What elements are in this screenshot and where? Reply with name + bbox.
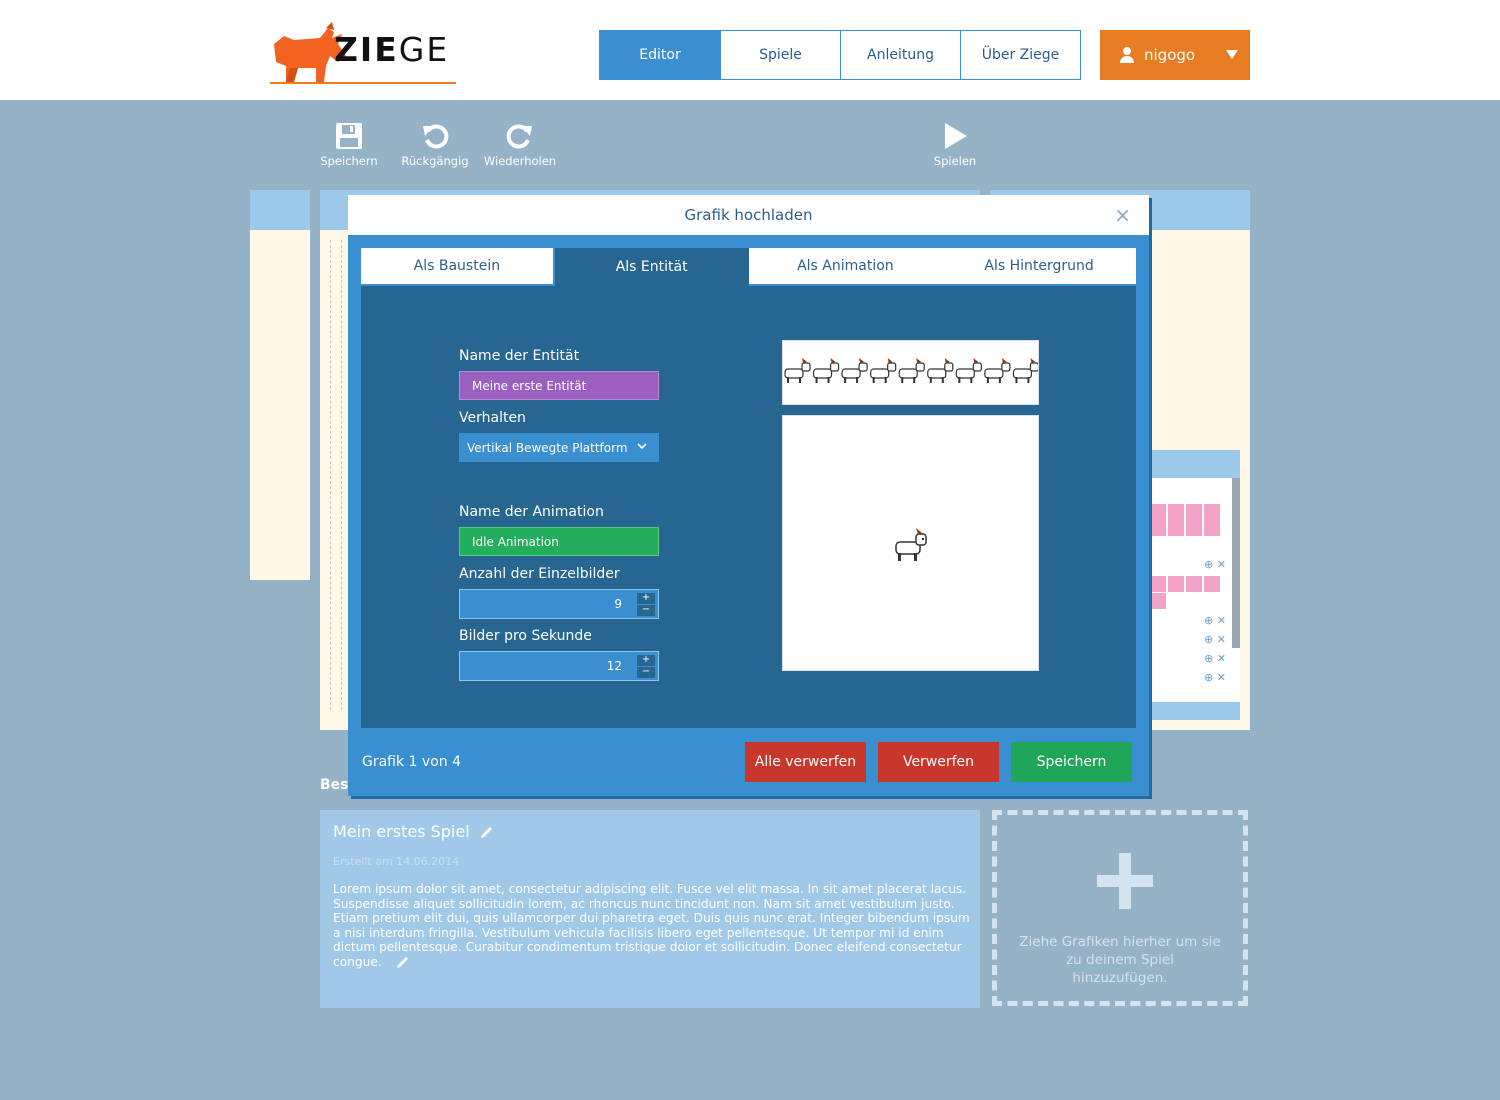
goat-sprite-sheet-icon [784,358,1038,383]
undo-icon [423,124,449,149]
discard-button[interactable]: Verwerfen [878,742,999,782]
edit-delete-icons[interactable]: ⊕ ✕ [1204,652,1226,665]
tab-als-baustein[interactable]: Als Baustein [361,248,555,286]
upload-type-tabs: Als Baustein Als Entität Als Animation A… [361,248,1136,286]
dialog-title: Grafik hochladen [684,206,813,224]
user-icon [1120,47,1134,63]
behavior-select-value: Vertikal Bewegte Plattform [467,440,628,455]
sprite-frame [1012,358,1038,383]
user-menu-button[interactable]: nigogo [1100,30,1250,80]
tab-als-entitaet[interactable]: Als Entität [554,248,749,286]
behavior-select[interactable]: Vertikal Bewegte Plattform [459,433,659,462]
frames-count-stepper[interactable]: 9 + − [459,589,659,619]
graphics-dropzone[interactable]: Ziehe Grafiken hierher um sie zu deinem … [992,810,1248,1006]
frames-count-label: Anzahl der Einzelbilder [459,566,620,582]
animation-preview [782,415,1039,671]
save-graphic-button[interactable]: Speichern [1011,742,1132,782]
upload-graphic-dialog: Grafik hochladen × Als Baustein Als Enti… [348,195,1149,796]
dialog-body: Als Baustein Als Entität Als Animation A… [361,248,1136,728]
nav-spiele[interactable]: Spiele [720,31,840,79]
game-title: Mein erstes Spiel [333,822,470,841]
sprite-frame [898,358,925,383]
increment-button[interactable]: + [637,655,655,666]
edit-delete-icons[interactable]: ⊕ ✕ [1204,633,1226,646]
tile-row[interactable] [1150,593,1166,609]
chevron-down-icon [1226,50,1238,59]
app-header: ZIEGE Editor Spiele Anleitung Über Ziege… [0,0,1500,100]
game-description-text: Lorem ipsum dolor sit amet, consectetur … [333,882,970,969]
edit-delete-icons[interactable]: ⊕ ✕ [1204,614,1226,627]
asset-list: ⊕ ✕ ⊕ ✕ ⊕ ✕ ⊕ ✕ ⊕ ✕ [1150,450,1240,720]
game-description: Lorem ipsum dolor sit amet, consectetur … [333,882,973,969]
sprite-sheet-preview [782,340,1039,405]
chevron-down-icon [637,443,647,450]
tile-row[interactable] [1150,504,1220,520]
animation-name-label: Name der Animation [459,504,604,520]
fps-value: 12 [606,659,622,673]
asset-list-footer [1150,702,1240,720]
entity-name-input[interactable]: Meine erste Entität [459,371,659,400]
behavior-label: Verhalten [459,410,526,426]
plus-icon [1097,853,1153,909]
tile-row[interactable] [1150,520,1220,536]
goat-sprite-icon [895,528,927,561]
save-toolbar-button[interactable]: Speichern [309,122,389,168]
dropzone-hint: Ziehe Grafiken hierher um sie zu deinem … [1019,934,1221,986]
game-title-row: Mein erstes Spiel [333,822,967,841]
tab-als-animation[interactable]: Als Animation [748,248,943,286]
redo-toolbar-label: Wiederholen [483,154,557,168]
palette-panel [250,230,310,580]
nav-anleitung[interactable]: Anleitung [840,31,960,79]
sprite-frame [927,358,954,383]
undo-toolbar-button[interactable]: Rückgängig [395,122,475,168]
entity-name-label: Name der Entität [459,348,580,364]
sprite-frame [870,358,897,383]
decrement-button[interactable]: − [637,605,655,616]
sprite-frame [784,358,811,383]
frames-count-value: 9 [614,597,622,611]
asset-list-scrollbar[interactable] [1232,478,1240,648]
increment-button[interactable]: + [637,593,655,604]
save-toolbar-label: Speichern [320,154,378,168]
game-created-date: Erstellt am 14.06.2014 [333,855,460,868]
undo-toolbar-label: Rückgängig [401,154,469,168]
pencil-icon[interactable] [480,825,494,839]
sprite-frame [812,358,840,383]
user-name: nigogo [1144,46,1196,64]
fps-label: Bilder pro Sekunde [459,628,592,644]
nav-ueber-ziege[interactable]: Über Ziege [960,31,1080,79]
play-icon [945,123,967,149]
animation-name-input[interactable]: Idle Animation [459,527,659,556]
graphic-counter: Grafik 1 von 4 [362,754,461,770]
sprite-frame [955,358,982,383]
dialog-header: Grafik hochladen × [348,195,1149,235]
play-toolbar-button[interactable]: Spielen [915,122,995,168]
logo-underline [270,82,456,84]
redo-icon [506,124,532,149]
fps-stepper[interactable]: 12 + − [459,651,659,681]
asset-list-header [1150,450,1240,478]
sprite-frame [841,358,868,383]
tile-row[interactable] [1150,576,1220,592]
redo-toolbar-button[interactable]: Wiederholen [480,122,560,168]
canvas-grid [330,240,342,710]
logo-wordmark: ZIEGE [334,30,450,69]
pencil-icon[interactable] [396,955,410,969]
main-nav: Editor Spiele Anleitung Über Ziege [599,30,1081,80]
play-toolbar-label: Spielen [933,154,977,168]
decrement-button[interactable]: − [637,667,655,678]
discard-all-button[interactable]: Alle verwerfen [745,742,866,782]
floppy-disk-icon [336,123,362,149]
sprite-frame [984,358,1011,383]
nav-editor[interactable]: Editor [600,31,720,79]
tab-als-hintergrund[interactable]: Als Hintergrund [942,248,1136,286]
palette-panel-header [250,190,310,230]
close-icon[interactable]: × [1114,203,1131,227]
edit-delete-icons[interactable]: ⊕ ✕ [1204,558,1226,571]
edit-delete-icons[interactable]: ⊕ ✕ [1204,671,1226,684]
game-info-card: Mein erstes Spiel Erstellt am 14.06.2014… [320,810,980,1008]
